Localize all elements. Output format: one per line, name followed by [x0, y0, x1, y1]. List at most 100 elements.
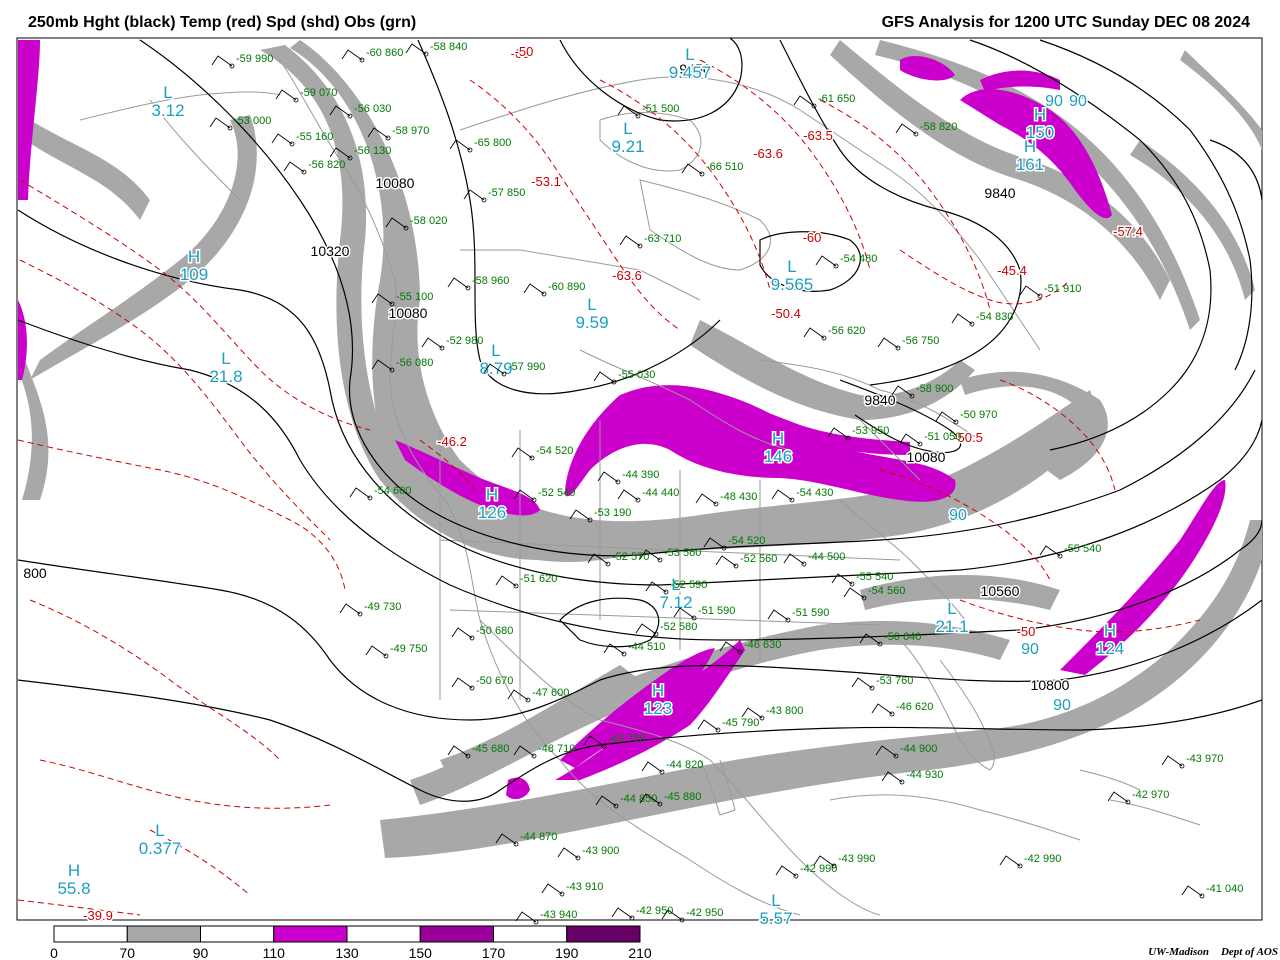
obs-value: -48 430 [720, 491, 757, 503]
legend-swatch [346, 925, 421, 943]
height-label: 10080 [389, 305, 428, 321]
obs-value: -58 020 [410, 215, 447, 227]
legend-swatch [126, 925, 201, 943]
obs-value: -58 900 [916, 383, 953, 395]
obs-value: -54 480 [840, 253, 877, 265]
obs-value: -50 970 [960, 409, 997, 421]
legend-tick: 0 [50, 945, 58, 960]
obs-value: -55 160 [296, 131, 333, 143]
obs-value: -44 900 [900, 743, 937, 755]
obs-value: -44 510 [628, 641, 665, 653]
obs-value: -53 000 [234, 115, 271, 127]
weather-map: 10080 10320 10080 9840 9840 10080 10560 10800 80… [16, 37, 1263, 960]
center-value: 21.8 [209, 367, 242, 386]
obs-value: -43 970 [1186, 753, 1223, 765]
obs-value: -45 790 [722, 717, 759, 729]
obs-value: -45 680 [472, 743, 509, 755]
center-value: 9.565 [771, 275, 814, 294]
obs-value: -44 870 [520, 831, 557, 843]
temperature-label: -50.4 [771, 306, 801, 321]
center-value: 109 [180, 265, 208, 284]
temperature-label: -46.2 [437, 434, 467, 449]
center-value: 146 [764, 447, 792, 466]
center-value: 123 [644, 699, 672, 718]
obs-value: -55 100 [396, 291, 433, 303]
obs-value: -43 910 [566, 881, 603, 893]
obs-value: -60 890 [548, 281, 585, 293]
temperature-label: -39.9 [83, 908, 113, 923]
map-title: 250mb Hght (black) Temp (red) Spd (shd) … [28, 14, 417, 31]
temperature-label: -50 [515, 44, 534, 59]
center-value: 126 [478, 503, 506, 522]
obs-value: -54 830 [976, 311, 1013, 323]
speed-label: 90 [949, 507, 967, 524]
obs-value: -55 030 [618, 369, 655, 381]
obs-value: -56 820 [308, 159, 345, 171]
obs-value: -53 950 [852, 425, 889, 437]
legend-swatch [273, 925, 348, 943]
legend-tick: 210 [628, 945, 652, 960]
center-type: H [652, 681, 664, 700]
legend-swatch [53, 925, 128, 943]
obs-value: -44 440 [642, 487, 679, 499]
center-value: 161 [1016, 155, 1044, 174]
temperature-label: -63.6 [753, 146, 783, 161]
obs-value: -43 800 [766, 705, 803, 717]
obs-value: -50 680 [476, 625, 513, 637]
obs-value: -54 430 [796, 487, 833, 499]
height-label: 10560 [981, 583, 1020, 599]
legend-tick: 150 [409, 945, 433, 960]
obs-value: -45 880 [664, 791, 701, 803]
obs-value: -60 860 [366, 47, 403, 59]
obs-value: -54 560 [868, 585, 905, 597]
center-value: 0.377 [139, 839, 182, 858]
legend-tick: 70 [119, 945, 135, 960]
obs-value: -50 640 [884, 631, 921, 643]
center-value: 7.12 [659, 593, 692, 612]
center-value: 9.21 [611, 137, 644, 156]
legend-tick: 130 [335, 945, 359, 960]
obs-value: -59 070 [300, 87, 337, 99]
obs-value: -42 990 [1024, 853, 1061, 865]
obs-value: -43 750 [608, 733, 645, 745]
obs-value: -51 500 [642, 103, 679, 115]
obs-value: -59 990 [236, 53, 273, 65]
legend-tick: 190 [555, 945, 579, 960]
obs-value: -44 500 [808, 551, 845, 563]
height-label: 800 [23, 565, 47, 581]
obs-value: -52 980 [446, 335, 483, 347]
center-value: 3.12 [151, 101, 184, 120]
center-type: L [947, 599, 956, 618]
legend-tick: 90 [193, 945, 209, 960]
temperature-label: -60 [803, 230, 822, 245]
center-type: L [491, 341, 500, 360]
center-type: L [685, 45, 694, 64]
obs-value: -49 730 [364, 601, 401, 613]
obs-value: -46 630 [744, 639, 781, 651]
obs-value: -56 030 [354, 103, 391, 115]
height-label: 10080 [907, 449, 946, 465]
speed-label: 90 [1069, 93, 1087, 110]
legend-swatch [200, 925, 275, 943]
center-type: L [587, 295, 596, 314]
credit-dept: Dept of AOS [1220, 946, 1278, 958]
obs-value: -54 520 [728, 535, 765, 547]
center-type: L [623, 119, 632, 138]
obs-value: -44 390 [622, 469, 659, 481]
center-type: H [1024, 137, 1036, 156]
height-label: 10080 [376, 175, 415, 191]
obs-value: -51 590 [698, 605, 735, 617]
height-label: 10320 [311, 243, 350, 259]
center-value: 124 [1096, 639, 1124, 658]
center-type: L [155, 821, 164, 840]
center-value: 21.1 [935, 617, 968, 636]
height-label: 10800 [1031, 677, 1070, 693]
obs-value: -51 050 [924, 431, 961, 443]
obs-value: -43 940 [540, 909, 577, 921]
obs-value: -52 580 [660, 621, 697, 633]
temperature-label: -45.4 [997, 263, 1027, 278]
obs-value: -53 560 [664, 547, 701, 559]
obs-value: -44 850 [620, 793, 657, 805]
center-type: H [486, 485, 498, 504]
center-type: L [787, 257, 796, 276]
